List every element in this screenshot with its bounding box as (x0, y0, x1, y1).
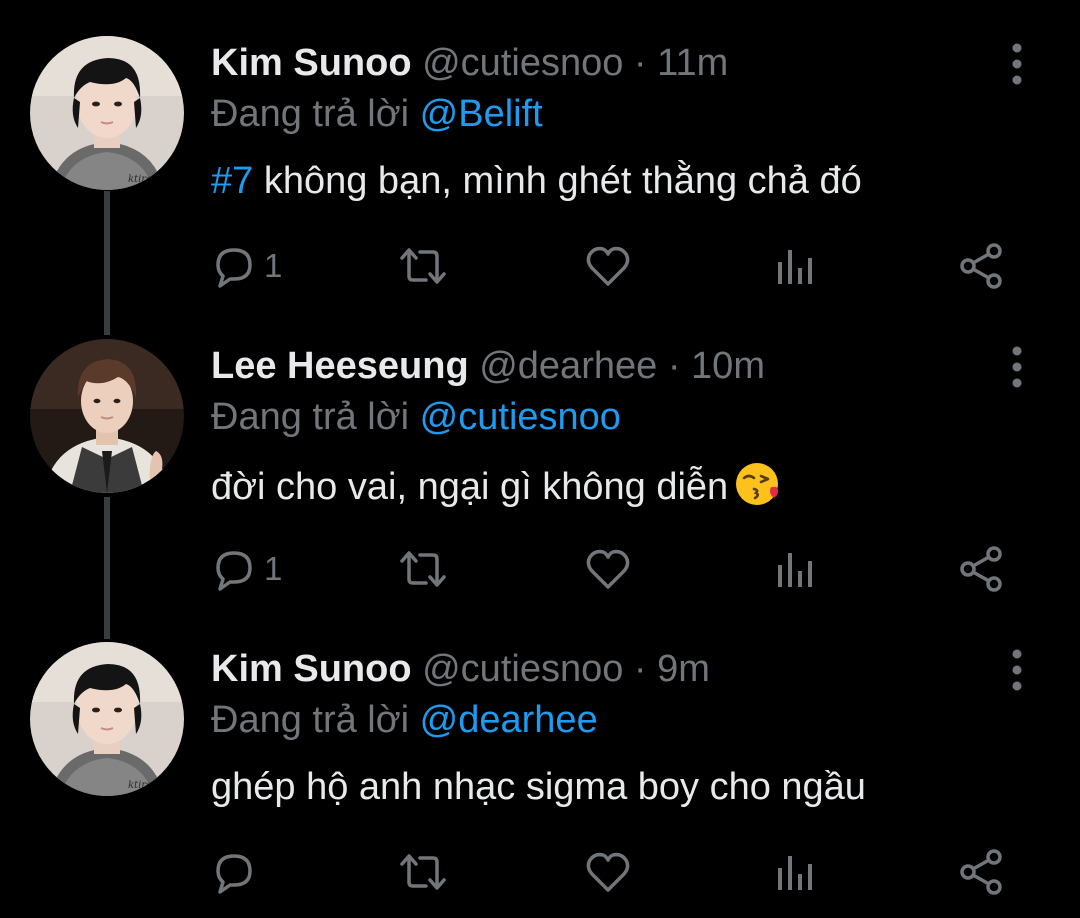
retweet-icon (400, 551, 446, 587)
share-icon (960, 849, 1002, 895)
views-icon (778, 856, 812, 890)
more-options-icon[interactable] (1002, 345, 1032, 389)
reply-icon (216, 551, 252, 591)
replying-to-label: Đang trả lời (211, 396, 410, 438)
tweet[interactable]: Lee Heeseung @dearhee · 10m Đang trả lời… (0, 303, 1080, 606)
timestamp[interactable]: 11m (657, 42, 728, 84)
tweet-text: #7 không bạn, mình ghét thằng chả đó (211, 158, 862, 204)
username[interactable]: @dearhee (479, 345, 657, 387)
display-name[interactable]: Kim Sunoo (211, 42, 412, 84)
tweet-text-content: không bạn, mình ghét thằng chả đó (253, 160, 862, 202)
retweet-icon (400, 248, 446, 284)
share-button[interactable] (958, 543, 1006, 595)
share-icon (960, 243, 1002, 289)
share-button[interactable] (958, 240, 1006, 292)
svg-text:ktire: ktire (128, 174, 152, 185)
separator: · (633, 42, 647, 84)
avatar[interactable] (30, 339, 184, 493)
views-button[interactable] (774, 846, 814, 898)
like-icon (586, 246, 630, 286)
tweet[interactable]: ktire Kim Sunoo @cutiesnoo · 11m Đang tr… (0, 0, 1080, 303)
display-name[interactable]: Kim Sunoo (211, 648, 412, 690)
avatar[interactable]: ktire (30, 642, 184, 796)
share-icon (960, 546, 1002, 592)
views-icon (778, 250, 812, 284)
views-button[interactable] (774, 543, 814, 595)
reply-button[interactable]: 1 (212, 240, 282, 292)
mention-link[interactable]: @cutiesnoo (420, 396, 621, 438)
replying-to-label: Đang trả lời (211, 699, 410, 741)
like-button[interactable] (585, 846, 631, 898)
reply-count: 1 (264, 550, 283, 587)
separator: · (633, 648, 647, 690)
share-button[interactable] (958, 846, 1006, 898)
tweet-text: ghép hộ anh nhạc sigma boy cho ngầu (211, 764, 866, 810)
hashtag-link[interactable]: #7 (211, 160, 253, 202)
like-icon (586, 549, 630, 589)
tweet-text-content: ghép hộ anh nhạc sigma boy cho ngầu (211, 766, 866, 808)
retweet-button[interactable] (396, 240, 450, 292)
like-button[interactable] (585, 543, 631, 595)
mention-link[interactable]: @dearhee (420, 699, 598, 741)
views-icon (778, 553, 812, 587)
retweet-button[interactable] (396, 543, 450, 595)
display-name[interactable]: Lee Heeseung (211, 345, 469, 387)
retweet-button[interactable] (396, 846, 450, 898)
tweet-header: Kim Sunoo @cutiesnoo · 9m (211, 646, 710, 692)
tweet-text-content: đời cho vai, ngại gì không diễn (211, 466, 729, 508)
timestamp[interactable]: 9m (657, 648, 710, 690)
like-button[interactable] (585, 240, 631, 292)
svg-text:ktire: ktire (128, 780, 152, 791)
like-icon (586, 852, 630, 892)
reply-count: 1 (264, 247, 283, 284)
mention-link[interactable]: @Belift (420, 93, 543, 135)
retweet-icon (400, 854, 446, 890)
replying-to: Đang trả lời @dearhee (211, 697, 598, 743)
kissing-face-emoji-icon (734, 461, 780, 518)
reply-thread: ktire Kim Sunoo @cutiesnoo · 11m Đang tr… (0, 0, 1080, 918)
separator: · (667, 345, 681, 387)
replying-to-label: Đang trả lời (211, 93, 410, 135)
username[interactable]: @cutiesnoo (422, 42, 623, 84)
timestamp[interactable]: 10m (691, 345, 765, 387)
replying-to: Đang trả lời @Belift (211, 91, 543, 137)
replying-to: Đang trả lời @cutiesnoo (211, 394, 621, 440)
reply-button[interactable] (212, 846, 264, 898)
tweet-text: đời cho vai, ngại gì không diễn (211, 461, 780, 518)
views-button[interactable] (774, 240, 814, 292)
more-options-icon[interactable] (1002, 42, 1032, 86)
reply-icon (216, 248, 252, 288)
reply-icon (216, 854, 252, 894)
reply-button[interactable]: 1 (212, 543, 282, 595)
tweet-header: Lee Heeseung @dearhee · 10m (211, 343, 765, 389)
tweet-header: Kim Sunoo @cutiesnoo · 11m (211, 40, 728, 86)
avatar[interactable]: ktire (30, 36, 184, 190)
tweet[interactable]: ktire Kim Sunoo @cutiesnoo · 9m Đang trả… (0, 606, 1080, 909)
more-options-icon[interactable] (1002, 648, 1032, 692)
username[interactable]: @cutiesnoo (422, 648, 623, 690)
